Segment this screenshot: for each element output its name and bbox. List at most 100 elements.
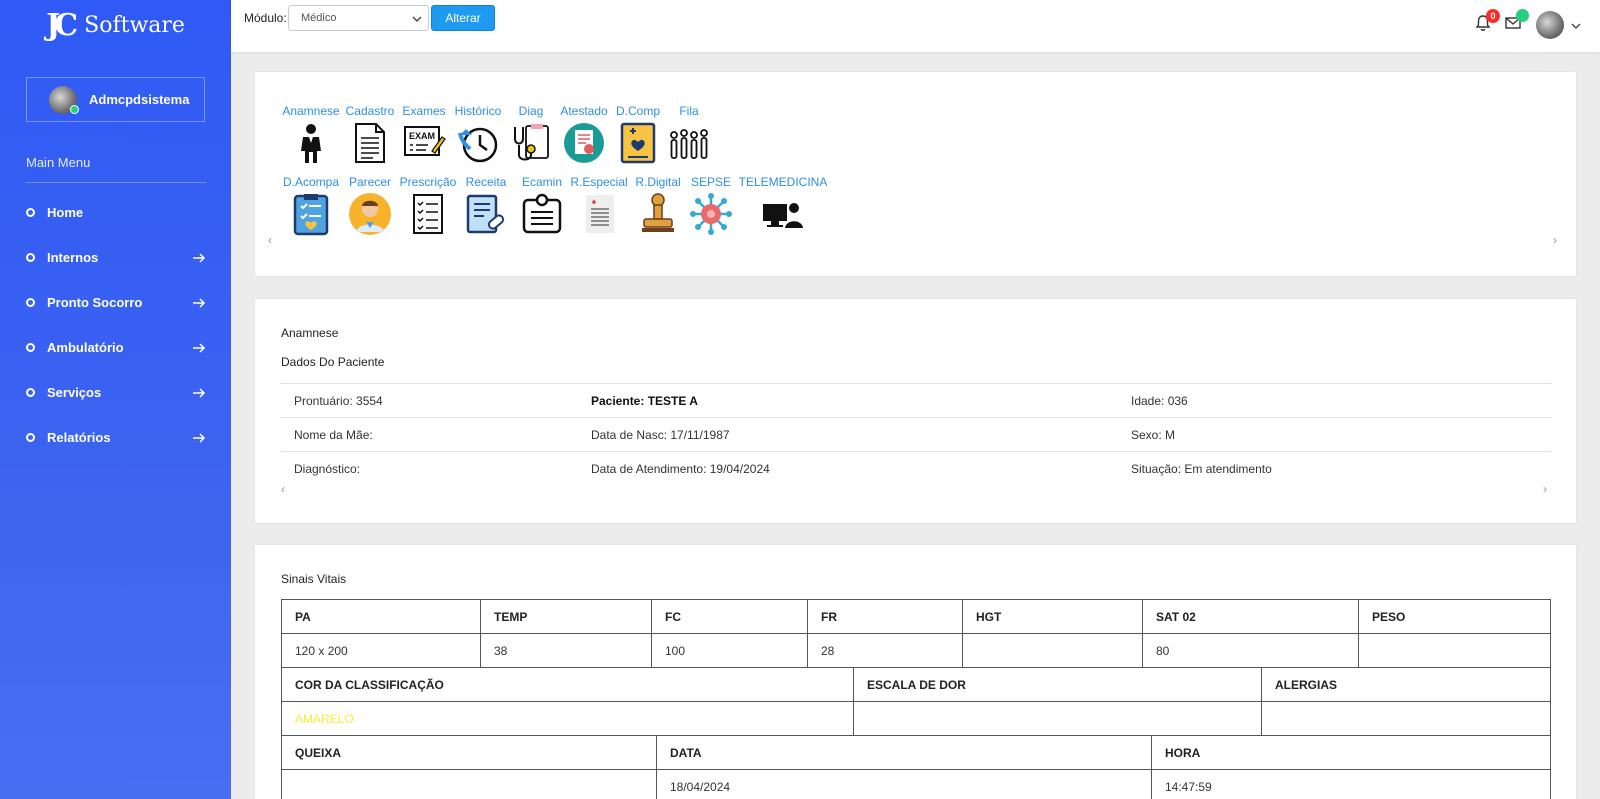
stethoscope-icon bbox=[514, 124, 549, 161]
ghost-text: variable: bbox=[1514, 50, 1545, 59]
sidebar-item-ambulatorio[interactable]: Ambulatório bbox=[26, 325, 206, 370]
table-row: 18/04/2024 14:47:59 bbox=[281, 769, 1551, 799]
table-row: 120 x 200 38 100 28 80 bbox=[281, 633, 1551, 668]
modulo-select[interactable]: Médico bbox=[288, 5, 429, 31]
scroll-left-icon[interactable]: ‹ bbox=[268, 233, 272, 247]
fr-value: 28 bbox=[807, 633, 963, 668]
section-title: Anamnese bbox=[281, 326, 339, 340]
scroll-left-icon[interactable]: ‹ bbox=[281, 482, 285, 496]
table-header: ESCALA DE DOR bbox=[853, 667, 1262, 702]
table-header: PA bbox=[281, 599, 481, 634]
sidebar-item-label: Relatórios bbox=[47, 430, 111, 445]
notification-badge: 0 bbox=[1486, 9, 1500, 23]
module-receita[interactable]: Receita bbox=[457, 175, 515, 236]
module-label: Cadastro bbox=[345, 104, 395, 118]
module-anamnese[interactable]: Anamnese bbox=[281, 104, 341, 165]
peso-value bbox=[1358, 633, 1551, 668]
situacao-cell: Situação: Em atendimento bbox=[1118, 451, 1551, 486]
module-respecial[interactable]: R.Especial bbox=[569, 175, 629, 236]
sidebar-item-relatorios[interactable]: Relatórios bbox=[26, 415, 206, 460]
queixa-value bbox=[281, 769, 657, 799]
module-telemedicina[interactable]: TELEMEDICINA bbox=[735, 175, 831, 236]
avatar bbox=[49, 85, 79, 114]
brand[interactable]: JC Software bbox=[0, 0, 231, 50]
menu-title: Main Menu bbox=[26, 155, 91, 170]
arrow-right-icon bbox=[193, 342, 206, 353]
module-diag[interactable]: Diag bbox=[507, 104, 555, 165]
module-label: TELEMEDICINA bbox=[738, 175, 828, 189]
circle-icon bbox=[26, 343, 35, 352]
arrow-right-icon bbox=[193, 252, 206, 263]
table-row: QUEIXA DATA HORA bbox=[281, 735, 1551, 770]
special-recipe-icon bbox=[586, 195, 614, 233]
telemedicine-icon bbox=[763, 203, 803, 228]
table-row: COR DA CLASSIFICAÇÃO ESCALA DE DOR ALERG… bbox=[281, 667, 1551, 702]
sidebar-item-label: Home bbox=[47, 205, 84, 220]
modules-grid: Anamnese Cadastro Exames EXAM Histórico … bbox=[281, 104, 831, 236]
table-row: Diagnóstico: Data de Atendimento: 19/04/… bbox=[281, 451, 1551, 486]
arrow-right-icon bbox=[193, 387, 206, 398]
table-row: Prontuário: 3554 Paciente: TESTE A Idade… bbox=[281, 383, 1551, 418]
table-header: PESO bbox=[1358, 599, 1551, 634]
sidebar-item-servicos[interactable]: Serviços bbox=[26, 370, 206, 415]
module-label: Prescrição bbox=[399, 175, 457, 189]
brand-name: Software bbox=[84, 12, 185, 38]
module-historico[interactable]: Histórico bbox=[449, 104, 507, 165]
paciente-cell: Paciente: TESTE A bbox=[578, 383, 1118, 418]
table-header: QUEIXA bbox=[281, 735, 657, 770]
module-label: R.Especial bbox=[570, 175, 628, 189]
module-label: R.Digital bbox=[635, 175, 681, 189]
table-header: FR bbox=[807, 599, 963, 634]
sexo-cell: Sexo: M bbox=[1118, 417, 1551, 452]
circle-icon bbox=[26, 253, 35, 262]
module-parecer[interactable]: Parecer bbox=[341, 175, 399, 236]
module-atestado[interactable]: Atestado bbox=[555, 104, 613, 165]
sidebar-item-pronto-socorro[interactable]: Pronto Socorro bbox=[26, 280, 206, 325]
hgt-value bbox=[962, 633, 1143, 668]
modulo-label: Módulo: bbox=[244, 11, 287, 25]
data-value: 18/04/2024 bbox=[656, 769, 1152, 799]
table-header: HORA bbox=[1151, 735, 1551, 770]
module-label: Atestado bbox=[560, 104, 608, 118]
module-exames[interactable]: Exames EXAM bbox=[399, 104, 449, 165]
table-header: COR DA CLASSIFICAÇÃO bbox=[281, 667, 854, 702]
user-profile[interactable]: Admcpdsistema bbox=[26, 77, 205, 122]
module-dcomp[interactable]: D.Comp bbox=[613, 104, 663, 165]
module-sepse[interactable]: SEPSE bbox=[687, 175, 735, 236]
brand-logo: JC bbox=[46, 7, 78, 43]
module-label: D.Acompa bbox=[282, 175, 340, 189]
temp-value: 38 bbox=[480, 633, 652, 668]
chevron-down-icon[interactable] bbox=[1571, 21, 1581, 31]
arrow-right-icon bbox=[193, 297, 206, 308]
module-dacompa[interactable]: D.Acompa bbox=[281, 175, 341, 236]
vitals-card: Sinais Vitais PA TEMP FC FR HGT SAT 02 P… bbox=[255, 545, 1576, 799]
prescription-list-icon bbox=[413, 194, 443, 234]
section-title: Sinais Vitais bbox=[281, 572, 347, 586]
alterar-button[interactable]: Alterar bbox=[431, 5, 495, 31]
sidebar-item-internos[interactable]: Internos bbox=[26, 235, 206, 280]
sidebar-item-label: Serviços bbox=[47, 385, 102, 400]
scroll-right-icon[interactable]: › bbox=[1553, 233, 1557, 247]
history-icon bbox=[458, 127, 498, 163]
module-rdigital[interactable]: R.Digital bbox=[629, 175, 687, 236]
menu-divider bbox=[26, 182, 206, 183]
topbar-avatar[interactable] bbox=[1536, 11, 1564, 39]
table-row: PA TEMP FC FR HGT SAT 02 PESO bbox=[281, 599, 1551, 634]
module-fila[interactable]: Fila bbox=[663, 104, 715, 165]
circle-icon bbox=[26, 208, 35, 217]
sidebar-item-home[interactable]: Home bbox=[26, 190, 206, 235]
module-prescricao[interactable]: Prescrição bbox=[399, 175, 457, 236]
circle-icon bbox=[26, 433, 35, 442]
complaint-table: QUEIXA DATA HORA 18/04/2024 14:47:59 bbox=[281, 735, 1551, 799]
sidebar-item-label: Ambulatório bbox=[47, 340, 124, 355]
module-cadastro[interactable]: Cadastro bbox=[341, 104, 399, 165]
table-row: Nome da Mãe: Data de Nasc: 17/11/1987 Se… bbox=[281, 417, 1551, 452]
arrow-right-icon bbox=[193, 432, 206, 443]
module-label: Fila bbox=[679, 104, 699, 118]
nome-mae-cell: Nome da Mãe: bbox=[281, 417, 578, 452]
stamp-icon bbox=[642, 193, 674, 232]
scroll-right-icon[interactable]: › bbox=[1543, 482, 1547, 496]
module-label: Receita bbox=[465, 175, 507, 189]
prontuario-cell: Prontuário: 3554 bbox=[281, 383, 578, 418]
module-ecamin[interactable]: Ecamin bbox=[515, 175, 569, 236]
